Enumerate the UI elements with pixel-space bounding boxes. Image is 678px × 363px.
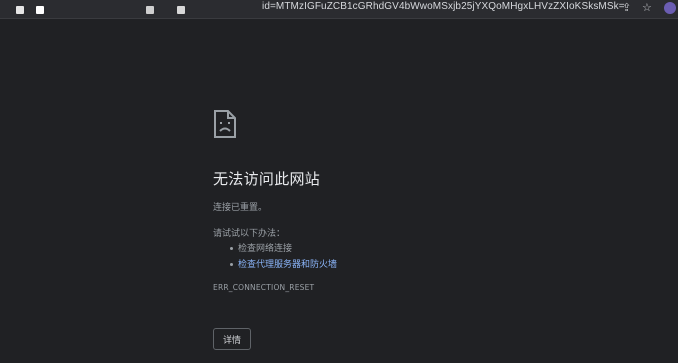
bullet-icon	[230, 263, 233, 266]
suggestion-check-network: 检查网络连接	[230, 241, 292, 254]
share-icon[interactable]: ⇪	[622, 1, 631, 14]
error-subtitle: 连接已重置。	[213, 203, 268, 213]
profile-avatar[interactable]	[664, 2, 676, 14]
tab-favicon[interactable]	[177, 6, 185, 14]
tab-favicon[interactable]	[36, 6, 44, 14]
star-icon[interactable]: ☆	[642, 1, 652, 14]
bullet-icon	[230, 247, 233, 250]
sad-page-icon	[214, 110, 236, 138]
suggestion-label[interactable]: 检查代理服务器和防火墙	[238, 260, 337, 270]
suggestions-heading: 请试试以下办法：	[213, 229, 286, 239]
tab-favicon[interactable]	[146, 6, 154, 14]
suggestion-label: 检查网络连接	[238, 244, 293, 254]
details-button[interactable]: 详情	[213, 328, 251, 350]
tab-favicon[interactable]	[16, 6, 24, 14]
address-bar-url[interactable]: id=MTMzIGFuZCB1cGRhdGV4bWwoMSxjb25jYXQoM…	[262, 1, 625, 12]
error-code: ERR_CONNECTION_RESET	[213, 283, 315, 292]
browser-toolbar: id=MTMzIGFuZCB1cGRhdGV4bWwoMSxjb25jYXQoM…	[0, 0, 678, 18]
page-title: 无法访问此网站	[213, 170, 321, 188]
suggestion-check-proxy-link[interactable]: 检查代理服务器和防火墙	[230, 257, 337, 270]
toolbar-divider	[0, 18, 678, 19]
